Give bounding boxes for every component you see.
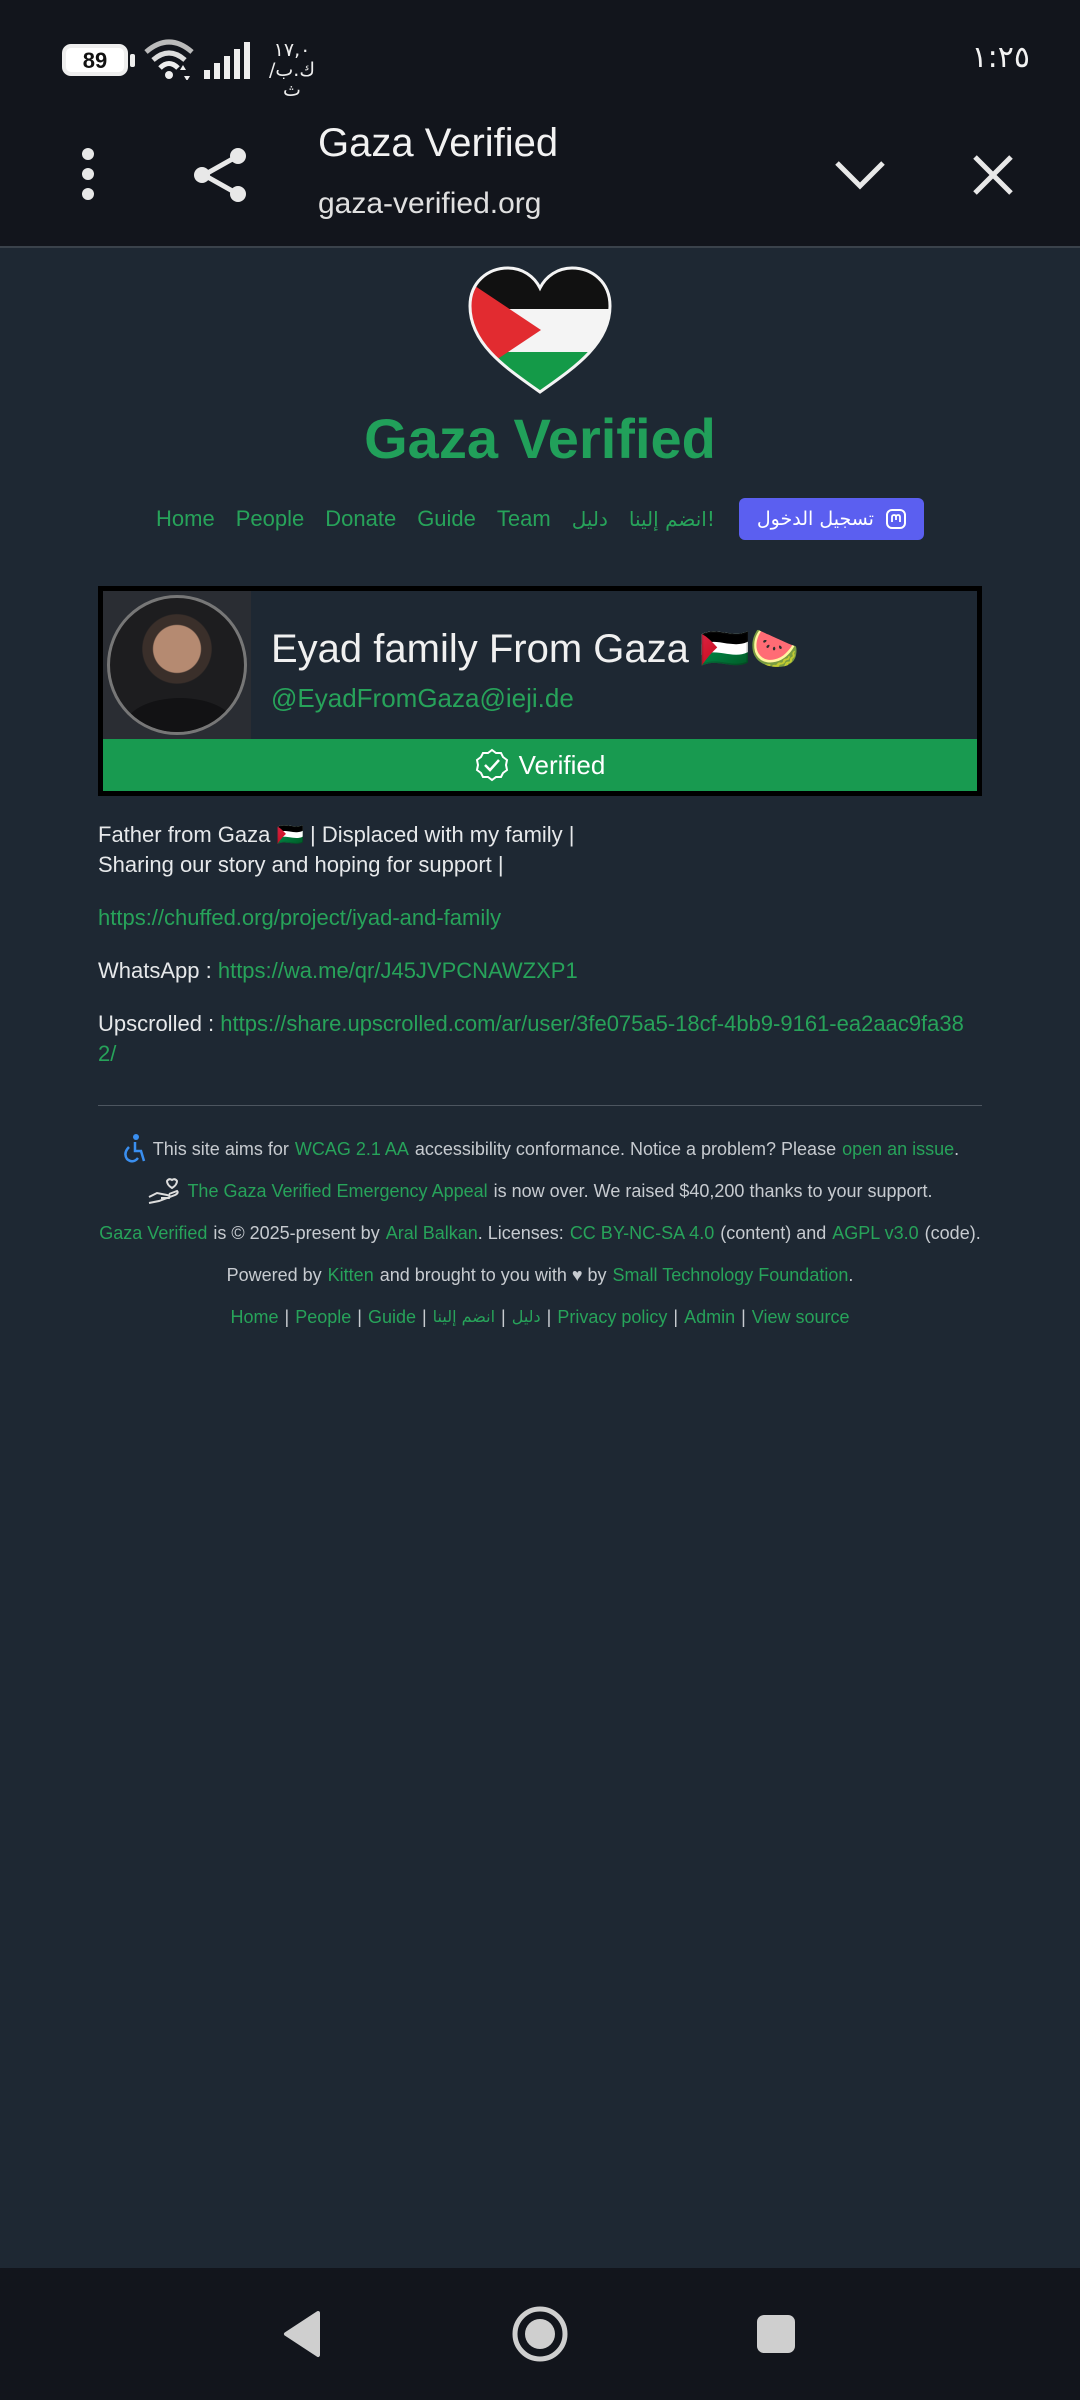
profile-handle[interactable]: @EyadFromGaza@ieji.de: [271, 683, 574, 714]
footer-text: . Licenses:: [477, 1223, 564, 1243]
footer-home-link[interactable]: Home: [230, 1296, 278, 1338]
nav-join-arabic[interactable]: انضم إلينا!: [629, 507, 715, 531]
bio-line-1: Father from Gaza 🇵🇸 | Displaced with my …: [98, 822, 575, 847]
verified-label: Verified: [518, 749, 606, 780]
open-issue-link[interactable]: open an issue: [842, 1128, 954, 1170]
nav-people[interactable]: People: [236, 506, 305, 532]
site-title[interactable]: Gaza Verified: [0, 406, 1080, 471]
footer-text: is now over. We raised $40,200 thanks to…: [493, 1181, 933, 1201]
agpl-license-link[interactable]: AGPL v3.0: [832, 1212, 918, 1254]
share-icon[interactable]: [180, 135, 260, 215]
footer-text: (content) and: [720, 1223, 827, 1243]
clock: ١:٢٥: [971, 40, 1030, 75]
donation-hand-icon: [148, 1178, 180, 1204]
browser-toolbar: Gaza Verified gaza-verified.org: [0, 115, 1080, 248]
wifi-icon: [144, 39, 194, 80]
web-page: Gaza Verified Home People Donate Guide T…: [0, 248, 1080, 2268]
system-nav-bar: [0, 2268, 1080, 2400]
footer-text: .: [848, 1265, 854, 1285]
bio-upscrolled-label: Upscrolled :: [98, 1011, 221, 1036]
separator: |: [673, 1307, 679, 1327]
footer-text: .: [954, 1139, 960, 1159]
site-nav: Home People Donate Guide Team دليل انضم …: [0, 498, 1080, 540]
mastodon-login-button[interactable]: تسجيل الدخول: [738, 498, 924, 540]
page-title: Gaza Verified: [318, 121, 559, 165]
profile-name: Eyad family From Gaza 🇵🇸🍉: [271, 627, 800, 671]
footer-privacy-link[interactable]: Privacy policy: [557, 1296, 667, 1338]
close-icon[interactable]: [955, 137, 1030, 212]
mastodon-icon: [885, 509, 906, 529]
avatar[interactable]: [103, 591, 251, 739]
gaza-verified-link[interactable]: Gaza Verified: [99, 1212, 207, 1254]
chevron-down-icon[interactable]: [820, 140, 900, 210]
footer-join-arabic-link[interactable]: انضم إلينا: [433, 1296, 495, 1338]
battery-tip: [130, 54, 135, 67]
bio-upscrolled-link[interactable]: https://share.upscrolled.com/ar/user/3fe…: [98, 1011, 964, 1066]
footer-text: Powered by: [226, 1265, 322, 1285]
footer-text: accessibility conformance. Notice a prob…: [414, 1139, 837, 1159]
more-vert-icon[interactable]: [58, 139, 118, 209]
separator: |: [741, 1307, 746, 1327]
back-icon[interactable]: [270, 2302, 334, 2366]
footer-guide-link[interactable]: Guide: [368, 1296, 416, 1338]
nav-home[interactable]: Home: [156, 506, 215, 532]
recents-icon[interactable]: [744, 2302, 808, 2366]
network-speed: ١٧,٠ ك.ب/ث: [262, 40, 322, 100]
bio-whatsapp-label: WhatsApp :: [98, 958, 218, 983]
accessibility-icon: [123, 1134, 145, 1163]
cc-license-link[interactable]: CC BY-NC-SA 4.0: [570, 1212, 714, 1254]
appeal-link[interactable]: The Gaza Verified Emergency Appeal: [187, 1170, 487, 1212]
small-tech-link[interactable]: Small Technology Foundation: [613, 1254, 849, 1296]
separator: |: [421, 1307, 427, 1327]
nav-team[interactable]: Team: [497, 506, 551, 532]
speed-value: ١٧,٠: [273, 39, 311, 61]
footer-license: Gaza Verified is © 2025-present by Aral …: [0, 1212, 1080, 1254]
separator: |: [501, 1307, 506, 1327]
bio-whatsapp-link[interactable]: https://wa.me/qr/J45JVPCNAWZXP1: [218, 958, 578, 983]
status-bar: 89 ١٧,٠ ك.ب/ث ١:٢٥: [0, 0, 1080, 115]
author-link[interactable]: Aral Balkan: [386, 1212, 478, 1254]
speed-unit: ك.ب/ث: [269, 59, 315, 101]
bio-line-2: Sharing our story and hoping for support…: [98, 852, 504, 877]
footer-text: (code).: [924, 1223, 981, 1243]
nav-guide[interactable]: Guide: [417, 506, 476, 532]
footer-people-link[interactable]: People: [295, 1296, 351, 1338]
separator: |: [546, 1307, 552, 1327]
separator: |: [357, 1307, 362, 1327]
footer: This site aims for WCAG 2.1 AA accessibi…: [0, 1128, 1080, 1338]
footer-accessibility: This site aims for WCAG 2.1 AA accessibi…: [0, 1128, 1080, 1170]
verified-badge: Verified: [103, 739, 977, 791]
bio-fundraiser-link[interactable]: https://chuffed.org/project/iyad-and-fam…: [98, 905, 501, 930]
divider: [98, 1105, 982, 1106]
footer-appeal: The Gaza Verified Emergency Appeal is no…: [0, 1170, 1080, 1212]
footer-source-link[interactable]: View source: [752, 1296, 850, 1338]
footer-text: and brought to you with ♥ by: [379, 1265, 607, 1285]
palestine-heart-logo[interactable]: [466, 264, 614, 398]
nav-guide-arabic[interactable]: دليل: [572, 507, 608, 531]
battery-level: 89: [82, 48, 108, 73]
verified-check-icon: [475, 748, 508, 782]
footer-links: Home | People | Guide | انضم إلينا | دلي…: [0, 1296, 1080, 1338]
kitten-link[interactable]: Kitten: [328, 1254, 374, 1296]
home-icon[interactable]: [508, 2302, 572, 2366]
nav-donate[interactable]: Donate: [325, 506, 396, 532]
battery-icon: 89: [62, 44, 128, 76]
signal-icon: [204, 42, 250, 79]
footer-text: This site aims for: [152, 1139, 289, 1159]
profile-bio: Father from Gaza 🇵🇸 | Displaced with my …: [98, 820, 982, 1092]
footer-powered: Powered by Kitten and brought to you wit…: [0, 1254, 1080, 1296]
login-label: تسجيل الدخول: [756, 508, 874, 530]
footer-admin-link[interactable]: Admin: [684, 1296, 735, 1338]
separator: |: [284, 1307, 290, 1327]
wcag-link[interactable]: WCAG 2.1 AA: [295, 1128, 409, 1170]
profile-card: Eyad family From Gaza 🇵🇸🍉 @EyadFromGaza@…: [98, 586, 982, 796]
footer-text: is © 2025-present by: [213, 1223, 380, 1243]
footer-guide-arabic-link[interactable]: دليل: [512, 1296, 541, 1338]
page-url[interactable]: gaza-verified.org: [318, 187, 541, 221]
